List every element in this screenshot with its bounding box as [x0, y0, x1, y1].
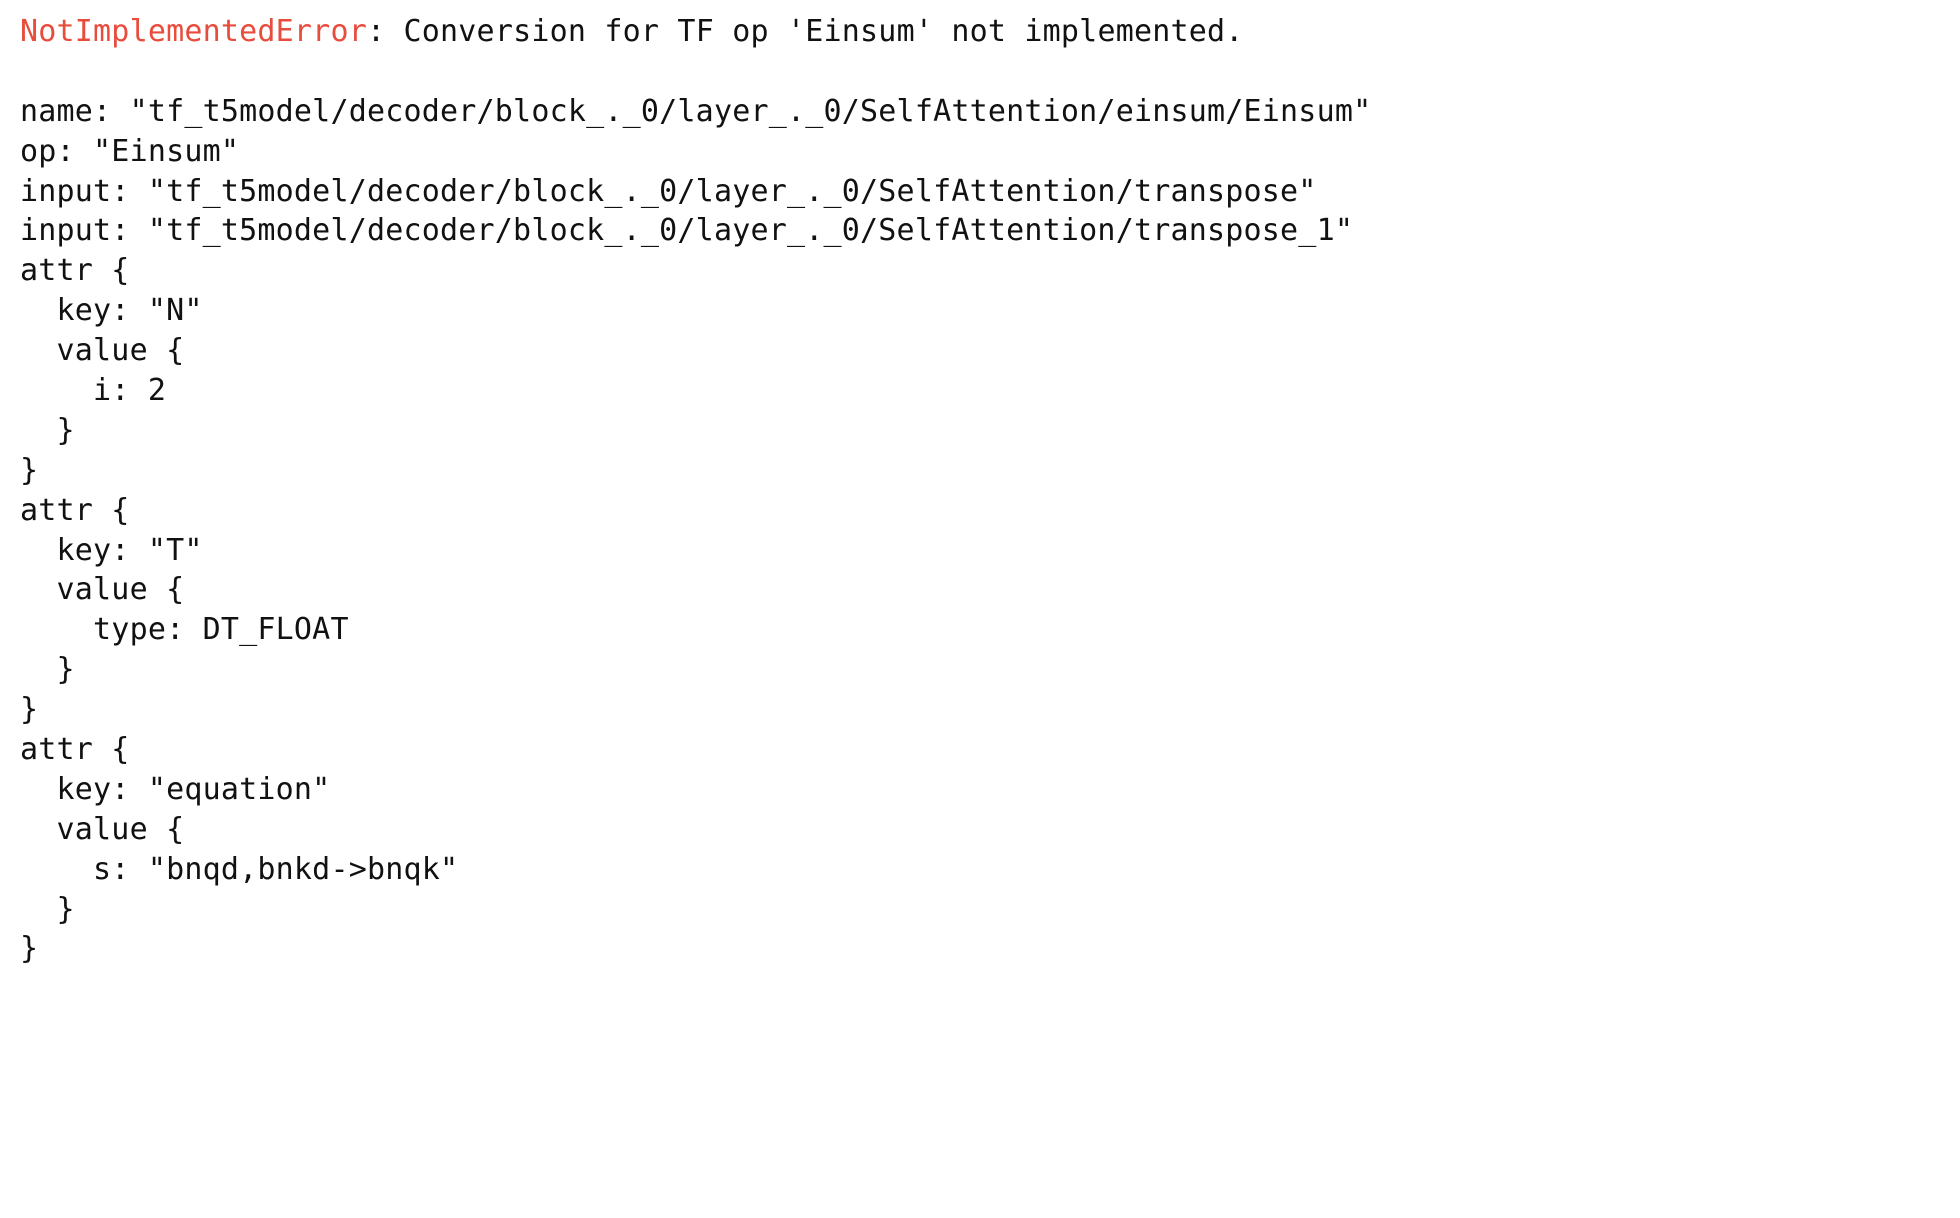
attr-key: key: "T" [20, 533, 203, 568]
attr-value-close: } [20, 413, 75, 448]
node-input1-line: input: "tf_t5model/decoder/block_._0/lay… [20, 174, 1317, 209]
attr-value-open: value { [20, 572, 184, 607]
attr-value-close: } [20, 652, 75, 687]
attr-key: key: "N" [20, 293, 203, 328]
node-name-line: name: "tf_t5model/decoder/block_._0/laye… [20, 94, 1371, 129]
attr-block-close: } [20, 692, 38, 727]
node-input2-line: input: "tf_t5model/decoder/block_._0/lay… [20, 213, 1353, 248]
attr-block-close: } [20, 453, 38, 488]
attr-block-close: } [20, 931, 38, 966]
exception-name: NotImplementedError [20, 14, 367, 49]
attr-key: key: "equation" [20, 772, 330, 807]
attr-value-body: s: "bnqd,bnkd->bnqk" [20, 852, 458, 887]
attr-block: attr { [20, 253, 130, 288]
attr-value-open: value { [20, 812, 184, 847]
attr-block: attr { [20, 732, 130, 767]
attr-value-body: i: 2 [20, 373, 166, 408]
exception-message: : Conversion for TF op 'Einsum' not impl… [367, 14, 1244, 49]
attr-value-close: } [20, 892, 75, 927]
attr-value-body: type: DT_FLOAT [20, 612, 349, 647]
node-op-line: op: "Einsum" [20, 134, 239, 169]
attr-value-open: value { [20, 333, 184, 368]
error-output: NotImplementedError: Conversion for TF o… [20, 12, 1940, 969]
attr-block: attr { [20, 493, 130, 528]
